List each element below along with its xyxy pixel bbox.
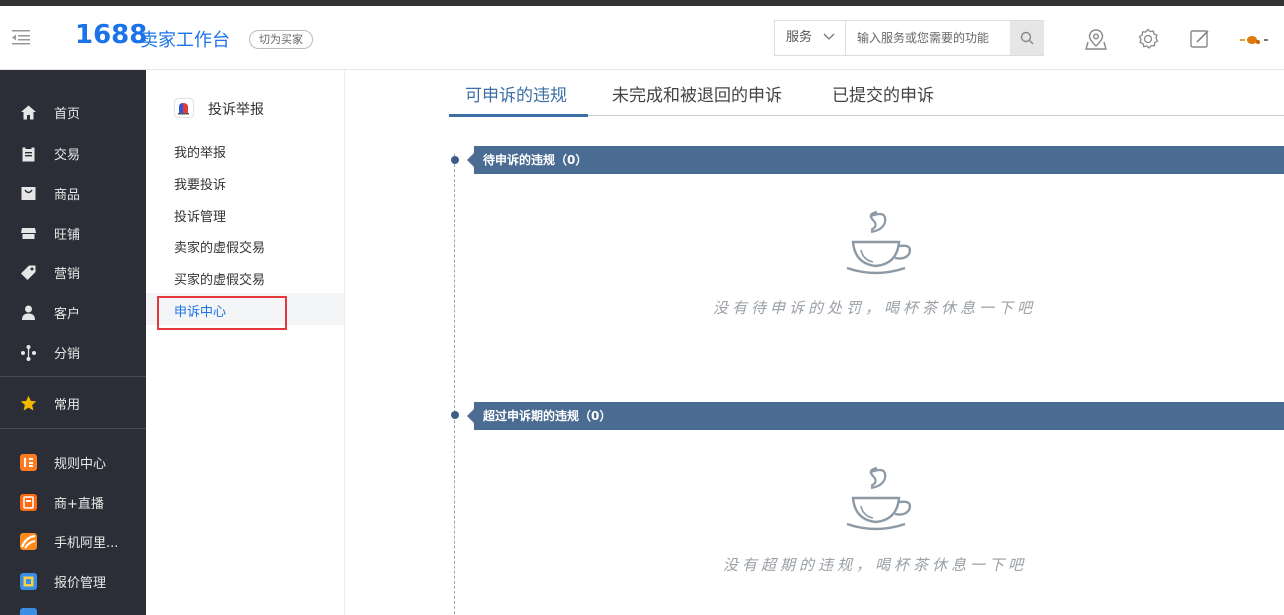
timeline-line [454,154,455,615]
tab-submitted-appeals[interactable]: 已提交的申诉 [832,81,934,106]
mobile-app-icon [20,533,37,550]
search-box: 服务 [774,20,1044,56]
tag-icon [21,265,36,280]
main-sidebar: 首页 交易 商品 旺铺 营销 客户 分销 常用 规则中心 商+直播 手机阿里..… [0,70,146,615]
nav-item-label: 分销 [54,347,81,362]
brand-logo-number[interactable]: 1688 [75,20,147,50]
nav-item-label: 旺铺 [54,228,81,243]
tea-cup-icon [846,466,912,531]
bag-icon [21,187,36,200]
search-type-label: 服务 [786,30,813,45]
search-icon [1020,31,1034,45]
subnav-item-seller-fake-trades[interactable]: 卖家的虚假交易 [174,237,265,256]
chevron-down-icon [823,33,835,40]
nav-item-customers[interactable]: 客户 [0,292,146,332]
section-header-expired: 超过申诉期的违规（0） [467,402,1284,430]
nav-item-products[interactable]: 商品 [0,173,146,213]
timeline-dot [451,156,459,164]
nav-item-partial-icon [20,608,37,615]
search-input[interactable] [847,21,1009,55]
subnav-item-complaint-management[interactable]: 投诉管理 [174,206,226,225]
home-icon [21,105,36,120]
header: 1688 卖家工作台 切为买家 服务 [0,6,1284,70]
settings-icon[interactable] [1137,28,1159,50]
user-icon [22,305,35,320]
empty-state-text-expired: 没有超期的违规，喝杯茶休息一下吧 [723,556,1028,574]
subnav-item-buyer-fake-trades[interactable]: 买家的虚假交易 [174,269,265,288]
tab-incomplete-returned-appeals[interactable]: 未完成和被退回的申诉 [612,81,782,106]
nav-item-quotes[interactable]: 报价管理 [0,561,146,601]
clipboard-icon [22,146,35,162]
complaint-logo-icon [174,98,194,118]
user-avatar[interactable] [1240,32,1270,46]
tab-bar: 可申诉的违规 未完成和被退回的申诉 已提交的申诉 [449,70,1284,117]
nav-item-label: 营销 [54,267,81,282]
active-tab-indicator [449,114,588,117]
subnav-item-file-complaint[interactable]: 我要投诉 [174,174,226,193]
nav-item-label: 商+直播 [54,497,104,512]
nav-item-label: 交易 [54,148,81,163]
quote-app-icon [20,573,37,590]
switch-to-buyer-button[interactable]: 切为买家 [249,30,313,49]
map-pin-icon[interactable] [1085,28,1107,50]
rules-app-icon [20,454,37,471]
nav-item-home[interactable]: 首页 [0,92,146,132]
nav-divider [0,376,146,377]
search-type-select[interactable]: 服务 [775,21,846,55]
nav-divider [0,428,146,429]
edit-icon[interactable] [1189,28,1211,50]
live-app-icon [20,494,37,511]
nav-item-label: 常用 [54,398,81,413]
nav-item-mobile[interactable]: 手机阿里... [0,521,146,561]
tab-appealable-violations[interactable]: 可申诉的违规 [465,81,567,106]
section-header-pending: 待申诉的违规（0） [467,146,1284,174]
sub-sidebar: 投诉举报 我的举报 我要投诉 投诉管理 卖家的虚假交易 买家的虚假交易 申诉中心 [146,70,344,615]
nav-item-distribution[interactable]: 分销 [0,332,146,372]
nav-item-store[interactable]: 旺铺 [0,213,146,253]
nav-item-label: 规则中心 [54,457,107,472]
nav-item-live[interactable]: 商+直播 [0,482,146,522]
star-icon [20,395,37,411]
nav-item-trade[interactable]: 交易 [0,133,146,173]
store-icon [21,228,36,239]
timeline-dot [451,411,459,419]
nav-item-label: 商品 [54,188,81,203]
nav-item-label: 首页 [54,107,81,122]
subnav-title: 投诉举报 [208,102,264,118]
main-content: 可申诉的违规 未完成和被退回的申诉 已提交的申诉 待申诉的违规（0） 没有待申诉… [344,70,1284,615]
nav-item-label: 报价管理 [54,576,107,591]
menu-collapse-icon[interactable] [12,28,32,46]
share-icon [21,345,36,361]
nav-item-marketing[interactable]: 营销 [0,252,146,292]
brand-title: 卖家工作台 [140,30,230,51]
tea-cup-icon [846,210,912,275]
nav-item-label: 客户 [54,307,81,322]
empty-state-text-pending: 没有待申诉的处罚，喝杯茶休息一下吧 [713,299,1037,317]
highlight-box [157,296,287,330]
search-button[interactable] [1010,21,1044,55]
subnav-item-my-reports[interactable]: 我的举报 [174,142,226,161]
nav-item-label: 手机阿里... [54,536,119,551]
nav-item-favorites[interactable]: 常用 [0,383,146,423]
nav-item-rules-center[interactable]: 规则中心 [0,442,146,482]
